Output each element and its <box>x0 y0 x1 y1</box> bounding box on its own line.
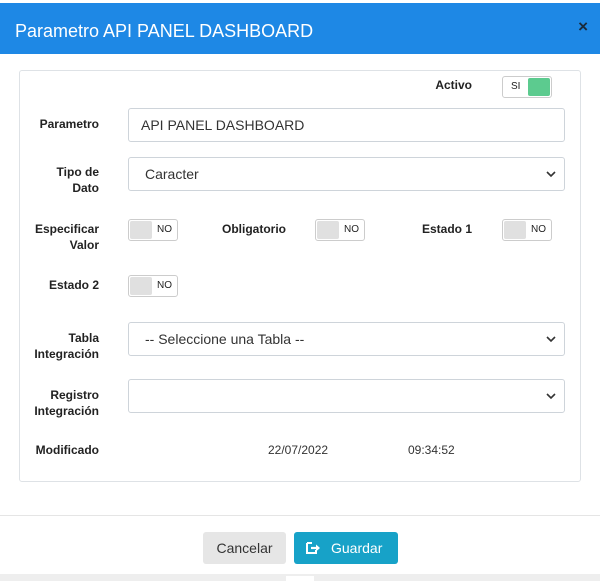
save-icon <box>306 542 320 554</box>
tipo-dato-value: Caracter <box>145 166 199 182</box>
estado1-toggle-text: NO <box>531 224 546 235</box>
estado2-toggle-text: NO <box>157 280 172 291</box>
especificar-valor-toggle-text: NO <box>157 224 172 235</box>
especificar-valor-label: Especificar Valor <box>20 221 99 253</box>
activo-toggle[interactable]: SI <box>502 76 552 98</box>
modal-header: Parametro API PANEL DASHBOARD × <box>0 3 600 54</box>
tipo-dato-label-line1: Tipo de <box>56 165 99 179</box>
estado1-toggle-knob <box>504 221 526 239</box>
especificar-valor-label-line2: Valor <box>69 238 99 252</box>
activo-toggle-text: SI <box>511 81 521 92</box>
modificado-label: Modificado <box>35 443 99 457</box>
estado2-toggle-knob <box>130 277 152 295</box>
especificar-valor-toggle-knob <box>130 221 152 239</box>
chevron-down-icon <box>546 336 556 343</box>
obligatorio-toggle-knob <box>317 221 339 239</box>
parametro-input[interactable]: API PANEL DASHBOARD <box>128 108 565 142</box>
tipo-dato-label: Tipo de Dato <box>20 164 99 196</box>
estado2-label: Estado 2 <box>48 278 99 292</box>
activo-label: Activo <box>435 78 472 92</box>
obligatorio-toggle-text: NO <box>344 224 359 235</box>
chevron-down-icon <box>546 171 556 178</box>
modal-title: Parametro API PANEL DASHBOARD <box>15 21 314 41</box>
tabla-integracion-select[interactable]: -- Seleccione una Tabla -- <box>128 322 565 356</box>
estado1-toggle[interactable]: NO <box>502 219 552 241</box>
especificar-valor-toggle[interactable]: NO <box>128 219 178 241</box>
estado2-toggle[interactable]: NO <box>128 275 178 297</box>
registro-integracion-select[interactable] <box>128 379 565 413</box>
tipo-dato-label-line2: Dato <box>72 181 99 195</box>
save-button[interactable]: Guardar <box>294 532 398 564</box>
chevron-down-icon <box>546 393 556 400</box>
registro-integracion-label-line1: Registro <box>50 388 99 402</box>
especificar-valor-label-line1: Especificar <box>34 222 99 236</box>
obligatorio-label: Obligatorio <box>222 222 286 236</box>
activo-toggle-knob <box>528 78 550 96</box>
modificado-time: 09:34:52 <box>408 443 455 457</box>
obligatorio-toggle[interactable]: NO <box>315 219 365 241</box>
estado1-label: Estado 1 <box>421 222 472 236</box>
cancel-button[interactable]: Cancelar <box>203 532 286 564</box>
tipo-dato-select[interactable]: Caracter <box>128 157 565 191</box>
save-button-label: Guardar <box>331 540 383 556</box>
bottom-strip-notch <box>286 576 314 581</box>
tabla-integracion-label-line1: Tabla <box>68 331 99 345</box>
modal-dialog: Parametro API PANEL DASHBOARD × Activo S… <box>0 0 600 581</box>
footer-divider <box>0 515 600 516</box>
close-icon[interactable]: × <box>578 17 588 37</box>
tabla-integracion-value: -- Seleccione una Tabla -- <box>145 331 305 347</box>
registro-integracion-label: Registro Integración <box>20 387 99 419</box>
registro-integracion-label-line2: Integración <box>34 404 99 418</box>
tabla-integracion-label: Tabla Integración <box>20 330 99 362</box>
tabla-integracion-label-line2: Integración <box>34 347 99 361</box>
parametro-label: Parametro <box>39 117 99 131</box>
modificado-date: 22/07/2022 <box>268 443 329 457</box>
